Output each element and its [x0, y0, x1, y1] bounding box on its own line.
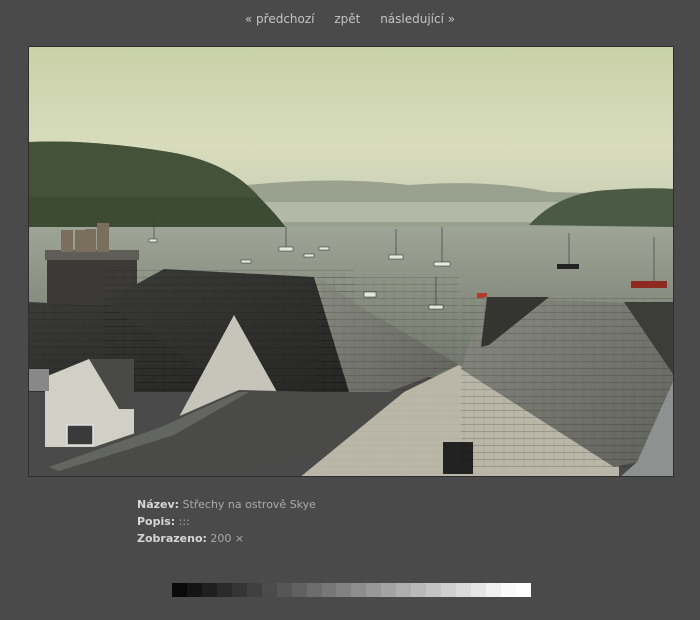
background-swatch-3[interactable] [201, 583, 217, 597]
background-swatch-20[interactable] [456, 583, 472, 597]
background-swatch-4[interactable] [216, 583, 232, 597]
description-value: ::: [178, 515, 190, 528]
background-swatch-10[interactable] [306, 583, 322, 597]
grayscale-background-picker [172, 583, 531, 597]
background-swatch-8[interactable] [276, 583, 292, 597]
background-swatch-18[interactable] [426, 583, 442, 597]
background-swatch-24[interactable] [515, 583, 531, 597]
description-row: Popis: ::: [137, 513, 316, 530]
background-swatch-6[interactable] [246, 583, 262, 597]
photo-metadata: Název: Střechy na ostrově Skye Popis: ::… [137, 496, 316, 547]
background-swatch-16[interactable] [396, 583, 412, 597]
back-link[interactable]: zpět [334, 12, 360, 26]
background-swatch-12[interactable] [336, 583, 352, 597]
background-swatch-2[interactable] [186, 583, 202, 597]
name-value: Střechy na ostrově Skye [182, 498, 316, 511]
photo-image [29, 47, 673, 476]
background-swatch-13[interactable] [351, 583, 367, 597]
description-label: Popis: [137, 515, 176, 528]
background-swatch-11[interactable] [321, 583, 337, 597]
background-swatch-5[interactable] [231, 583, 247, 597]
background-swatch-19[interactable] [441, 583, 457, 597]
photo-navigation: « předchozí zpět následující » [0, 12, 700, 26]
name-row: Název: Střechy na ostrově Skye [137, 496, 316, 513]
previous-link[interactable]: « předchozí [245, 12, 315, 26]
background-swatch-15[interactable] [381, 583, 397, 597]
views-value: 200 × [210, 532, 245, 545]
background-swatch-22[interactable] [486, 583, 501, 597]
views-row: Zobrazeno: 200 × [137, 530, 316, 547]
background-swatch-1[interactable] [172, 583, 187, 597]
views-label: Zobrazeno: [137, 532, 207, 545]
background-swatch-17[interactable] [411, 583, 427, 597]
background-swatch-9[interactable] [291, 583, 307, 597]
background-swatch-23[interactable] [500, 583, 516, 597]
next-link[interactable]: následující » [380, 12, 455, 26]
background-swatch-14[interactable] [366, 583, 382, 597]
photo [28, 46, 674, 477]
background-swatch-7[interactable] [261, 583, 277, 597]
name-label: Název: [137, 498, 180, 511]
background-swatch-21[interactable] [471, 583, 487, 597]
